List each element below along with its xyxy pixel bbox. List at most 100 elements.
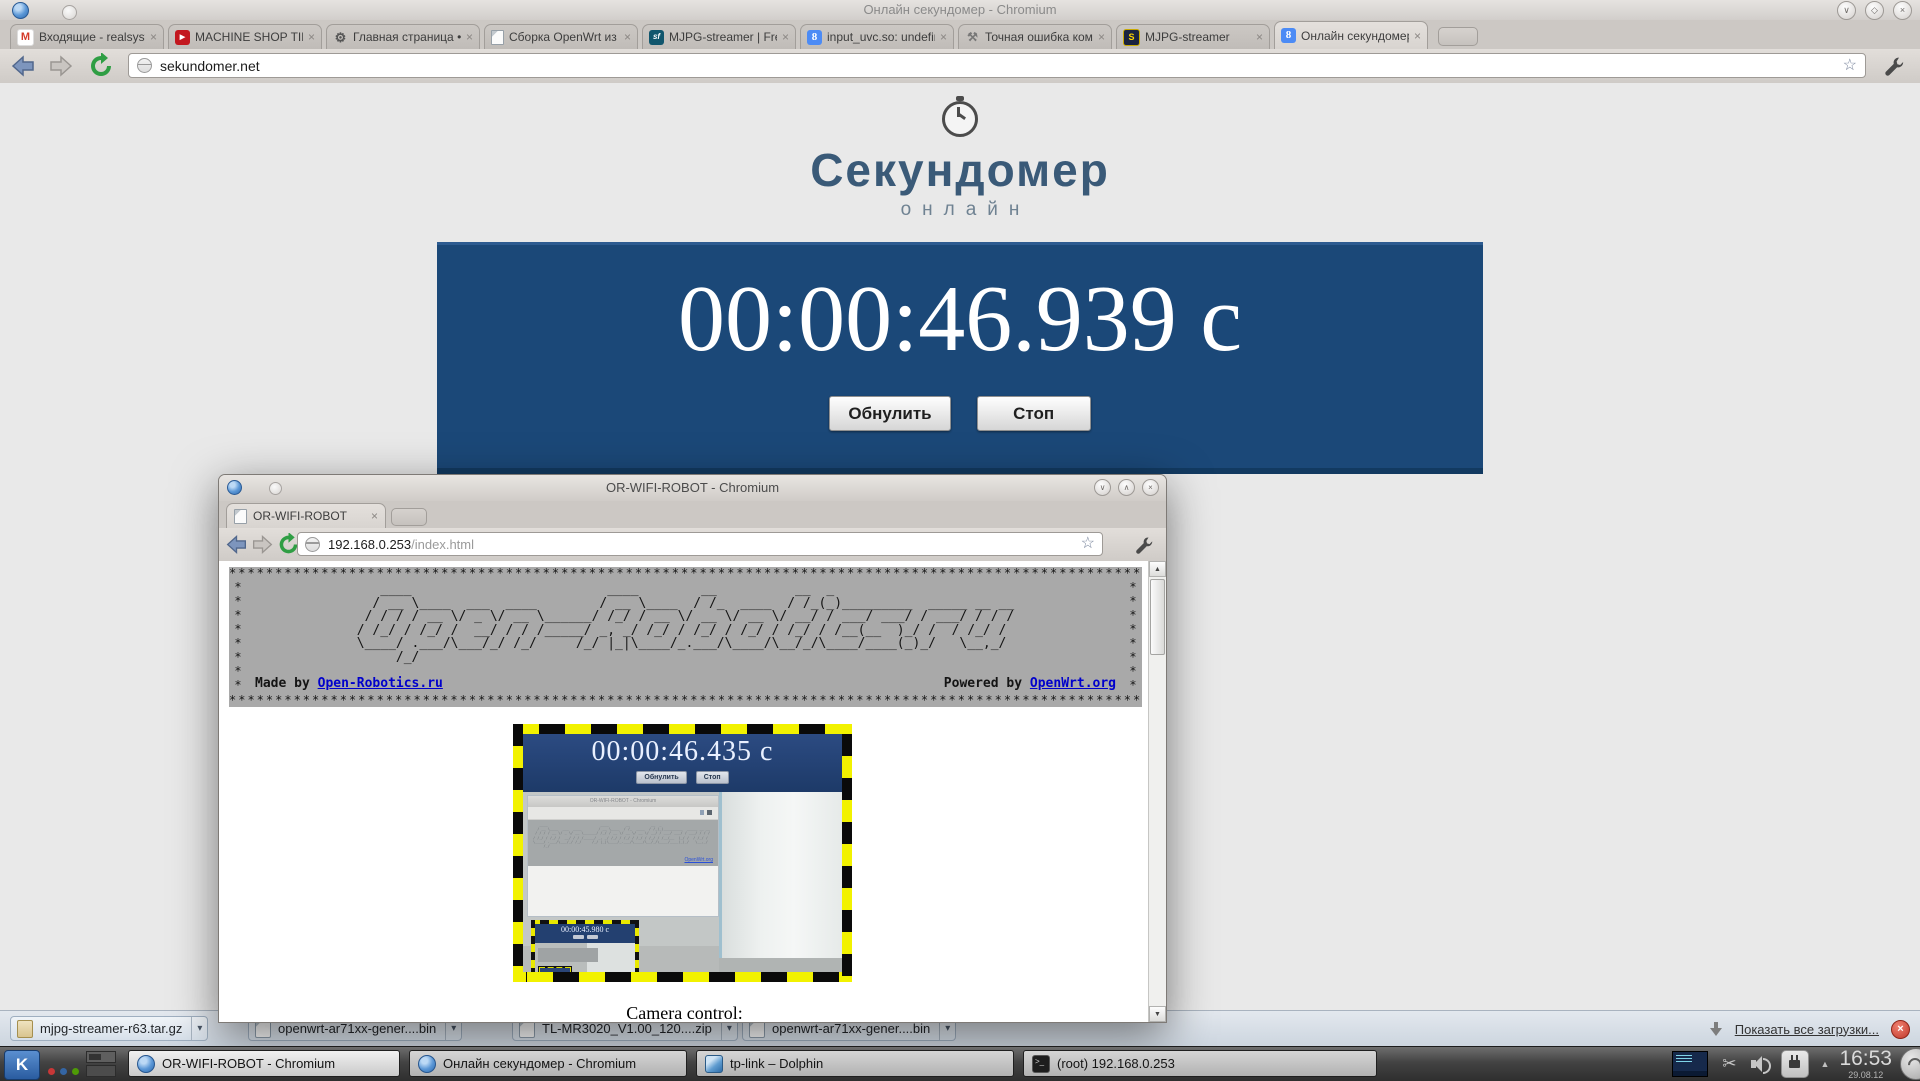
new-tab-button[interactable] <box>1438 27 1478 46</box>
tab-7[interactable]: ⚒Точная ошибка компонов× <box>958 24 1112 49</box>
maximize-button[interactable]: ◇ <box>1865 1 1884 20</box>
forward-button[interactable] <box>48 53 74 79</box>
dolphin-icon <box>705 1055 723 1073</box>
desktop-pager[interactable] <box>86 1051 116 1077</box>
klipper-scissors-icon[interactable]: ✂ <box>1722 1054 1736 1074</box>
tab-close-icon[interactable]: × <box>1414 30 1421 42</box>
forward-button[interactable] <box>251 533 274 556</box>
camera-border <box>842 724 852 982</box>
clock-widget[interactable]: 16:53 29.08.12 <box>1839 1048 1892 1080</box>
wrench-menu-icon[interactable] <box>1135 536 1153 554</box>
banner-star-row: ****************************************… <box>229 567 1142 580</box>
scrollbar-thumb[interactable] <box>1150 579 1165 655</box>
scrollbar[interactable]: ▲ ▼ <box>1148 561 1166 1022</box>
chromium-icon <box>418 1055 436 1073</box>
new-tab-button[interactable] <box>391 508 427 526</box>
tab-2[interactable]: ▶MACHINE SHOP TIPS #80 |× <box>168 24 322 49</box>
tab-4[interactable]: Сборка OpenWrt из исхо× <box>484 24 638 49</box>
inner-tab[interactable]: OR-WIFI-ROBOT × <box>226 503 386 528</box>
activity-dot-blue[interactable] <box>60 1068 67 1075</box>
reload-button[interactable] <box>88 53 114 79</box>
tab-close-icon[interactable]: × <box>308 31 315 43</box>
camera-border <box>513 724 523 982</box>
restore-button[interactable]: ∧ <box>1118 479 1135 496</box>
close-button[interactable]: × <box>1142 479 1159 496</box>
tab-1[interactable]: MВходящие - realsystem@× <box>10 24 164 49</box>
tab-8[interactable]: SMJPG-streamer× <box>1116 24 1270 49</box>
minimize-button[interactable]: ∨ <box>1094 479 1111 496</box>
nested-stopwatch-panel: 00:00:45.980 с <box>535 924 635 943</box>
bookmark-star-icon[interactable]: ☆ <box>1843 58 1857 74</box>
google-icon: 8 <box>1281 28 1296 43</box>
tab-3[interactable]: ⚙Главная страница • robofo× <box>326 24 480 49</box>
openwrt-link[interactable]: OpenWrt.org <box>1030 676 1116 691</box>
ascii-banner: ****************************************… <box>229 567 1142 707</box>
taskbar-task-3[interactable]: tp-link – Dolphin <box>696 1050 1014 1077</box>
activity-dot-red[interactable] <box>48 1068 55 1075</box>
inner-browser-window: OR-WIFI-ROBOT - Chromium ∨ ∧ × OR-WIFI-R… <box>218 474 1167 1023</box>
tab-close-icon[interactable]: × <box>940 31 947 43</box>
camera-border <box>513 972 852 982</box>
tab-close-icon[interactable]: × <box>1256 31 1263 43</box>
taskbar-task-4[interactable]: (root) 192.168.0.253 <box>1023 1050 1377 1077</box>
minimize-button[interactable]: ∨ <box>1837 1 1856 20</box>
task-label: tp-link – Dolphin <box>730 1056 823 1071</box>
taskbar-task-1[interactable]: OR-WIFI-ROBOT - Chromium <box>128 1050 400 1077</box>
tab-close-icon[interactable]: × <box>624 31 631 43</box>
stop-button[interactable]: Стоп <box>977 396 1091 431</box>
tab-close-icon[interactable]: × <box>782 31 789 43</box>
system-tray: ✂ ▲ 16:53 29.08.12 <box>1672 1047 1920 1081</box>
tab-close-icon[interactable]: × <box>371 510 378 522</box>
address-bar[interactable]: 192.168.0.253 /index.html ☆ <box>297 532 1103 556</box>
tab-9[interactable]: 8 Онлайн секундомер × <box>1274 21 1428 49</box>
open-robotics-link[interactable]: Open-Robotics.ru <box>318 676 443 691</box>
s-badge-icon: S <box>1123 29 1140 46</box>
file-icon <box>17 1020 33 1038</box>
panel-cashew-icon[interactable] <box>1900 1048 1920 1080</box>
terminal-tray-icon[interactable] <box>1672 1051 1708 1077</box>
downloads-bar-close-button[interactable]: × <box>1891 1020 1910 1039</box>
tab-label: Онлайн секундомер <box>1301 29 1409 43</box>
activity-dot-green[interactable] <box>72 1068 79 1075</box>
globe-icon <box>305 537 320 552</box>
tab-close-icon[interactable]: × <box>466 31 473 43</box>
tab-6[interactable]: 8input_uvc.so: undefined s× <box>800 24 954 49</box>
kde-taskbar: K OR-WIFI-ROBOT - Chromium Онлайн секундо… <box>0 1046 1920 1081</box>
filmed-window-title: OR-WIFI-ROBOT - Chromium <box>528 796 718 807</box>
show-all-downloads-link[interactable]: Показать все загрузки... <box>1735 1022 1879 1037</box>
clock-time: 16:53 <box>1839 1048 1892 1069</box>
scroll-down-button[interactable]: ▼ <box>1149 1006 1166 1022</box>
tab-close-icon[interactable]: × <box>150 31 157 43</box>
wrench-menu-icon[interactable] <box>1884 56 1904 76</box>
filmed-browser-window: OR-WIFI-ROBOT - Chromium ____ ____ __ __… <box>527 795 719 917</box>
filmed-stop-button: Стоп <box>696 771 729 784</box>
bookmark-star-icon[interactable]: ☆ <box>1081 536 1095 552</box>
google-icon: 8 <box>807 30 822 45</box>
download-item-menu-icon[interactable]: ▾ <box>191 1017 207 1040</box>
gear-icon: ⚙ <box>333 30 348 45</box>
volume-icon[interactable] <box>1751 1056 1769 1072</box>
tab-label: Точная ошибка компонов <box>985 30 1093 44</box>
address-bar[interactable]: sekundomer.net ☆ <box>128 53 1866 78</box>
logo-title: Секундомер <box>0 143 1920 197</box>
download-item-label: mjpg-streamer-r63.tar.gz <box>40 1021 182 1036</box>
close-button[interactable]: × <box>1893 1 1912 20</box>
back-button[interactable] <box>225 533 248 556</box>
nested-timer: 00:00:45.980 с <box>535 924 635 935</box>
camera-stream: 00:00:46.435 с Обнулить Стоп OR-WIFI-ROB… <box>513 724 852 982</box>
download-item[interactable]: mjpg-streamer-r63.tar.gz ▾ <box>10 1016 208 1041</box>
filmed-stopwatch-panel: 00:00:46.435 с Обнулить Стоп <box>523 734 842 792</box>
page-icon <box>491 30 504 45</box>
taskbar-task-2[interactable]: Онлайн секундомер - Chromium <box>409 1050 687 1077</box>
device-notifier-icon[interactable] <box>1781 1050 1809 1078</box>
download-arrow-icon <box>1709 1022 1723 1036</box>
back-button[interactable] <box>10 53 36 79</box>
tab-close-icon[interactable]: × <box>1098 31 1105 43</box>
tab-5[interactable]: sfMJPG-streamer | Free Gr× <box>642 24 796 49</box>
camera-control-label: Camera control: <box>219 1003 1150 1022</box>
filmed-strip <box>719 958 842 972</box>
kde-menu-button[interactable]: K <box>4 1050 40 1080</box>
tray-expand-icon[interactable]: ▲ <box>1821 1059 1830 1069</box>
reset-button[interactable]: Обнулить <box>829 396 950 431</box>
scroll-up-button[interactable]: ▲ <box>1149 561 1166 577</box>
